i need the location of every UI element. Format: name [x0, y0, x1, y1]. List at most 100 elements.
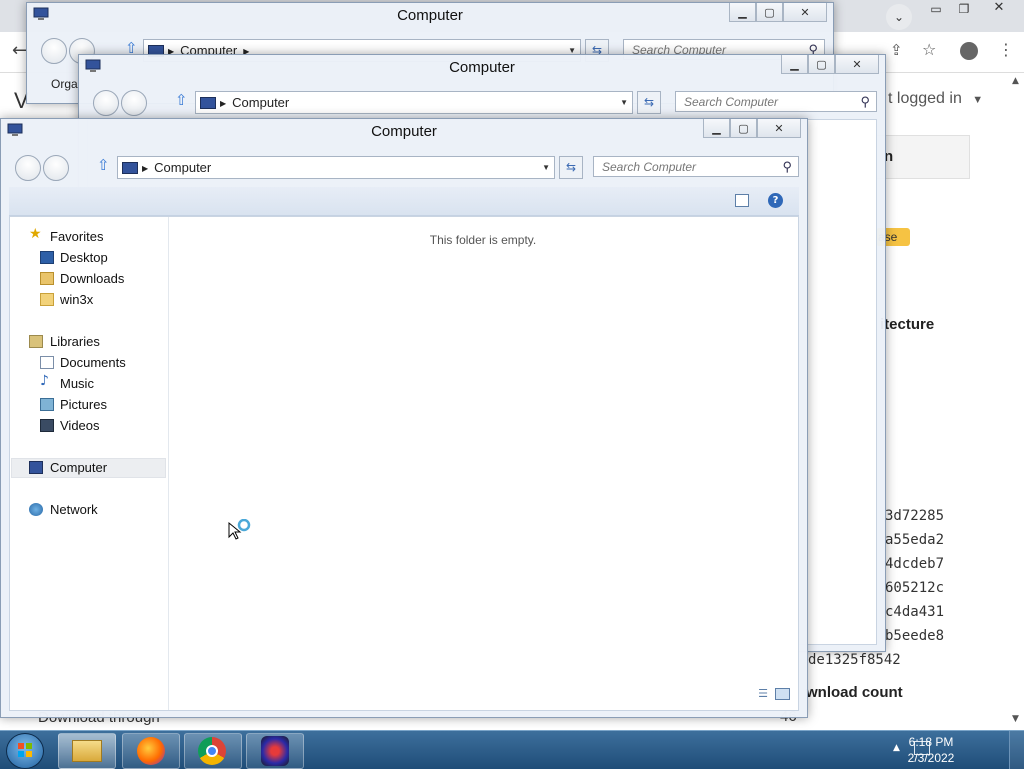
downloads-folder-icon — [40, 272, 54, 285]
address-dropdown-icon[interactable]: ▼ — [620, 92, 628, 113]
scroll-up-arrow[interactable]: ▲ — [1012, 76, 1019, 86]
preview-pane-icon[interactable] — [735, 194, 749, 207]
busy-cursor-icon — [228, 518, 251, 540]
minimize-button[interactable]: ▁ — [703, 119, 730, 138]
taskbar-dosbox-button[interactable] — [246, 733, 304, 769]
refresh-button[interactable]: ⇆ — [559, 156, 583, 179]
browser-menu-icon[interactable]: ⋮ — [998, 40, 1014, 59]
help-icon[interactable]: ? — [768, 193, 783, 208]
breadcrumb-arrow-icon: ▶ — [142, 164, 149, 173]
maximize-button[interactable]: ▢ — [808, 55, 835, 74]
window-title: Computer — [397, 7, 463, 24]
minimize-button[interactable]: ▁ — [781, 55, 808, 74]
maximize-button[interactable]: ▢ — [756, 3, 783, 22]
nav-win3x[interactable]: win3x — [60, 291, 93, 309]
up-arrow-icon[interactable]: ⇧ — [97, 156, 110, 174]
search-icon[interactable]: ⚲ — [860, 91, 870, 112]
back-button[interactable] — [41, 38, 67, 64]
nav-music[interactable]: Music — [60, 375, 94, 393]
address-text: Computer — [232, 95, 290, 110]
search-icon[interactable]: ⚲ — [782, 156, 792, 177]
explorer-window-front[interactable]: Computer ▁ ▢ ✕ ⇧ ▶ Computer ▼ ⇆ Search Co… — [0, 118, 808, 718]
share-icon[interactable]: ⇪ — [890, 41, 903, 59]
profile-avatar-icon[interactable] — [960, 42, 978, 60]
navigation-bar: ⇧ ▶ Computer ▼ ⇆ Search Computer ⚲ — [85, 87, 879, 116]
windows-logo-icon — [18, 743, 32, 757]
search-placeholder: Search Computer — [602, 160, 697, 174]
start-button[interactable] — [6, 733, 44, 769]
music-icon: ♪ — [40, 373, 49, 389]
large-icons-view-icon[interactable] — [775, 688, 790, 700]
browser-restore-button[interactable]: ❐ — [952, 2, 976, 18]
hash-4: 605212c — [885, 580, 945, 596]
nav-documents[interactable]: Documents — [60, 354, 126, 372]
pictures-icon — [40, 398, 54, 411]
up-arrow-icon[interactable]: ⇧ — [175, 91, 188, 109]
nav-network[interactable]: Network — [50, 501, 98, 519]
close-button[interactable]: ✕ — [783, 3, 827, 22]
close-button[interactable]: ✕ — [757, 119, 801, 138]
breadcrumb-arrow-icon: ▶ — [220, 99, 227, 108]
computer-icon — [29, 461, 43, 474]
refresh-button[interactable]: ⇆ — [637, 91, 661, 114]
back-arrow-icon[interactable]: ← — [12, 40, 27, 61]
close-button[interactable]: ✕ — [835, 55, 879, 74]
nav-videos[interactable]: Videos — [60, 417, 100, 435]
details-view-icon[interactable]: ☰ — [758, 687, 768, 700]
back-button[interactable] — [93, 90, 119, 116]
star-icon: ★ — [29, 226, 42, 242]
taskbar: ▲ 6:18 PM 2/3/2022 — [0, 730, 1024, 769]
hash-5: c4da431 — [885, 604, 945, 620]
documents-icon — [40, 356, 54, 369]
firefox-icon — [137, 737, 165, 765]
nav-downloads[interactable]: Downloads — [60, 270, 124, 288]
scroll-down-arrow[interactable]: ▼ — [1012, 714, 1019, 724]
search-placeholder: Search Computer — [684, 95, 779, 109]
explorer-icon — [72, 740, 102, 762]
tab-chevron-button[interactable]: ⌄ — [886, 4, 912, 30]
search-box[interactable]: Search Computer ⚲ — [675, 91, 877, 112]
system-clock[interactable]: 6:18 PM 2/3/2022 — [896, 734, 966, 766]
command-bar: ? — [9, 187, 799, 216]
caption-buttons: ▁ ▢ ✕ — [703, 119, 801, 139]
browser-minimize-button[interactable]: ▭ — [924, 2, 948, 18]
show-desktop-button[interactable] — [1009, 731, 1024, 769]
window-title: Computer — [449, 59, 515, 76]
nav-favorites[interactable]: Favorites — [50, 228, 103, 246]
nav-libraries[interactable]: Libraries — [50, 333, 100, 351]
hash-7: de1325f8542 — [808, 652, 901, 668]
explorer-content: ★ Favorites Desktop Downloads win3x Libr… — [9, 216, 799, 711]
navigation-bar: ⇧ ▶ Computer ▼ ⇆ Search Computer ⚲ — [7, 152, 801, 181]
bookmark-star-icon[interactable]: ☆ — [922, 40, 936, 59]
taskbar-chrome-button[interactable] — [184, 733, 242, 769]
address-bar[interactable]: ▶ Computer ▼ — [195, 91, 633, 114]
nav-pictures[interactable]: Pictures — [60, 396, 107, 414]
clock-time: 6:18 PM — [908, 735, 954, 749]
videos-icon — [40, 419, 54, 432]
search-box[interactable]: Search Computer ⚲ — [593, 156, 799, 177]
address-bar[interactable]: ▶ Computer ▼ — [117, 156, 555, 179]
back-button[interactable] — [15, 155, 41, 181]
address-dropdown-icon[interactable]: ▼ — [542, 157, 550, 178]
maximize-button[interactable]: ▢ — [730, 119, 757, 138]
desktop-icon — [40, 251, 54, 264]
dosbox-icon — [261, 736, 289, 766]
address-text: Computer — [154, 160, 212, 175]
login-status[interactable]: t logged in ▼ — [888, 90, 983, 108]
organize-menu[interactable]: Orga — [51, 77, 78, 91]
architecture-heading: itecture — [880, 316, 935, 333]
hash-6: b5eede8 — [885, 628, 945, 644]
computer-icon — [200, 97, 216, 109]
hash-1: 3d72285 — [885, 508, 945, 524]
taskbar-firefox-button[interactable] — [122, 733, 180, 769]
window-title: Computer — [371, 123, 437, 140]
forward-button[interactable] — [121, 90, 147, 116]
forward-button[interactable] — [43, 155, 69, 181]
nav-desktop[interactable]: Desktop — [60, 249, 108, 267]
empty-folder-message: This folder is empty. — [429, 233, 537, 247]
navigation-pane: ★ Favorites Desktop Downloads win3x Libr… — [10, 217, 169, 710]
taskbar-explorer-button[interactable] — [58, 733, 116, 769]
nav-computer[interactable]: Computer — [50, 459, 107, 477]
minimize-button[interactable]: ▁ — [729, 3, 756, 22]
browser-close-button[interactable]: ✕ — [984, 0, 1014, 18]
